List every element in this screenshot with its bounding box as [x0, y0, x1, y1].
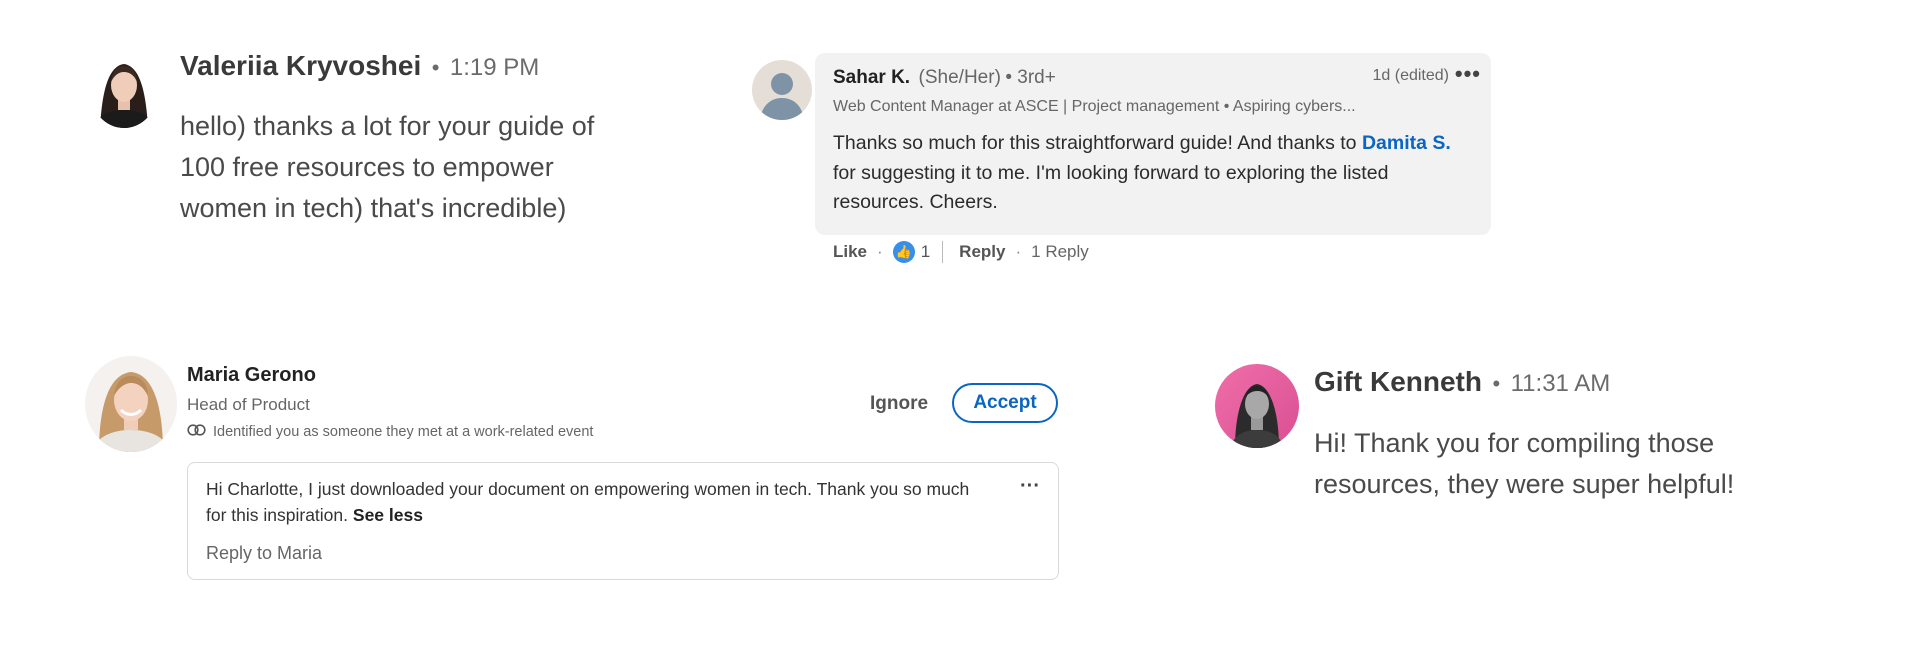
comment-text-end: for suggesting it to me. I'm looking for…: [833, 161, 1389, 214]
connection-degree: • 3rd+: [1005, 67, 1056, 88]
see-less-link[interactable]: See less: [353, 505, 423, 525]
mention-link[interactable]: Damita S.: [1362, 132, 1451, 154]
invite-message-text: Hi Charlotte, I just downloaded your doc…: [206, 479, 970, 525]
maria-avatar[interactable]: [85, 356, 177, 452]
separator-dot: •: [431, 55, 440, 80]
inviter-title: Head of Product: [187, 395, 310, 414]
separator-dot: ·: [877, 242, 883, 261]
comment-timestamp: 1d (edited): [1372, 67, 1450, 84]
divider: [942, 241, 944, 263]
sender-name[interactable]: Gift Kenneth: [1314, 366, 1482, 397]
reply-to-maria-button[interactable]: Reply to Maria: [206, 543, 322, 564]
valeriia-header: Valeriia Kryvoshei • 1:19 PM: [180, 50, 539, 82]
gift-avatar[interactable]: [1215, 364, 1299, 448]
separator-dot: ·: [1015, 242, 1022, 261]
commenter-headline: Web Content Manager at ASCE | Project ma…: [833, 98, 1356, 115]
invite-reason: Identified you as someone they met at a …: [187, 424, 593, 440]
sahar-avatar[interactable]: [752, 60, 812, 120]
message-time: 11:31 AM: [1510, 370, 1611, 397]
commenter-name[interactable]: Sahar K.: [833, 67, 910, 88]
message-text: Hi! Thank you for compiling those resour…: [1314, 428, 1735, 499]
comment-text-start: Thanks so much for this straightforward …: [833, 132, 1362, 154]
message-time: 1:19 PM: [449, 54, 540, 81]
message-text: hello) thanks a lot for your guide of 10…: [180, 111, 595, 223]
reply-count-link[interactable]: 1 Reply: [1031, 242, 1089, 262]
ellipsis-icon[interactable]: ···: [1020, 475, 1040, 498]
comment-actions: Like · 👍 1 Reply · 1 Reply: [833, 241, 1089, 263]
invite-message-box: Hi Charlotte, I just downloaded your doc…: [187, 462, 1059, 580]
gift-header: Gift Kenneth • 11:31 AM: [1314, 366, 1610, 398]
ellipsis-icon[interactable]: •••: [1455, 61, 1481, 87]
comment-header: Sahar K. (She/Her) • 3rd+: [833, 67, 1056, 89]
commenter-pronouns: (She/Her): [918, 67, 1001, 88]
reply-button[interactable]: Reply: [959, 242, 1005, 262]
separator-dot: •: [1492, 371, 1501, 396]
met-at-event-icon: [187, 424, 207, 440]
sender-name[interactable]: Valeriia Kryvoshei: [180, 50, 421, 81]
screenshot-collage: Valeriia Kryvoshei • 1:19 PM hello) than…: [0, 0, 1920, 660]
valeriia-avatar[interactable]: [90, 52, 158, 128]
accept-button[interactable]: Accept: [952, 383, 1058, 423]
invite-reason-text: Identified you as someone they met at a …: [213, 424, 594, 440]
inviter-name[interactable]: Maria Gerono: [187, 364, 316, 387]
comment-bubble: Sahar K. (She/Her) • 3rd+ 1d (edited) ••…: [815, 53, 1491, 235]
like-button[interactable]: Like: [833, 242, 867, 262]
thumbs-up-icon[interactable]: 👍: [892, 241, 915, 263]
ignore-button[interactable]: Ignore: [870, 393, 928, 415]
like-count[interactable]: 1: [921, 242, 930, 262]
invite-message: Hi Charlotte, I just downloaded your doc…: [206, 476, 986, 528]
comment-body: Thanks so much for this straightforward …: [833, 129, 1473, 218]
